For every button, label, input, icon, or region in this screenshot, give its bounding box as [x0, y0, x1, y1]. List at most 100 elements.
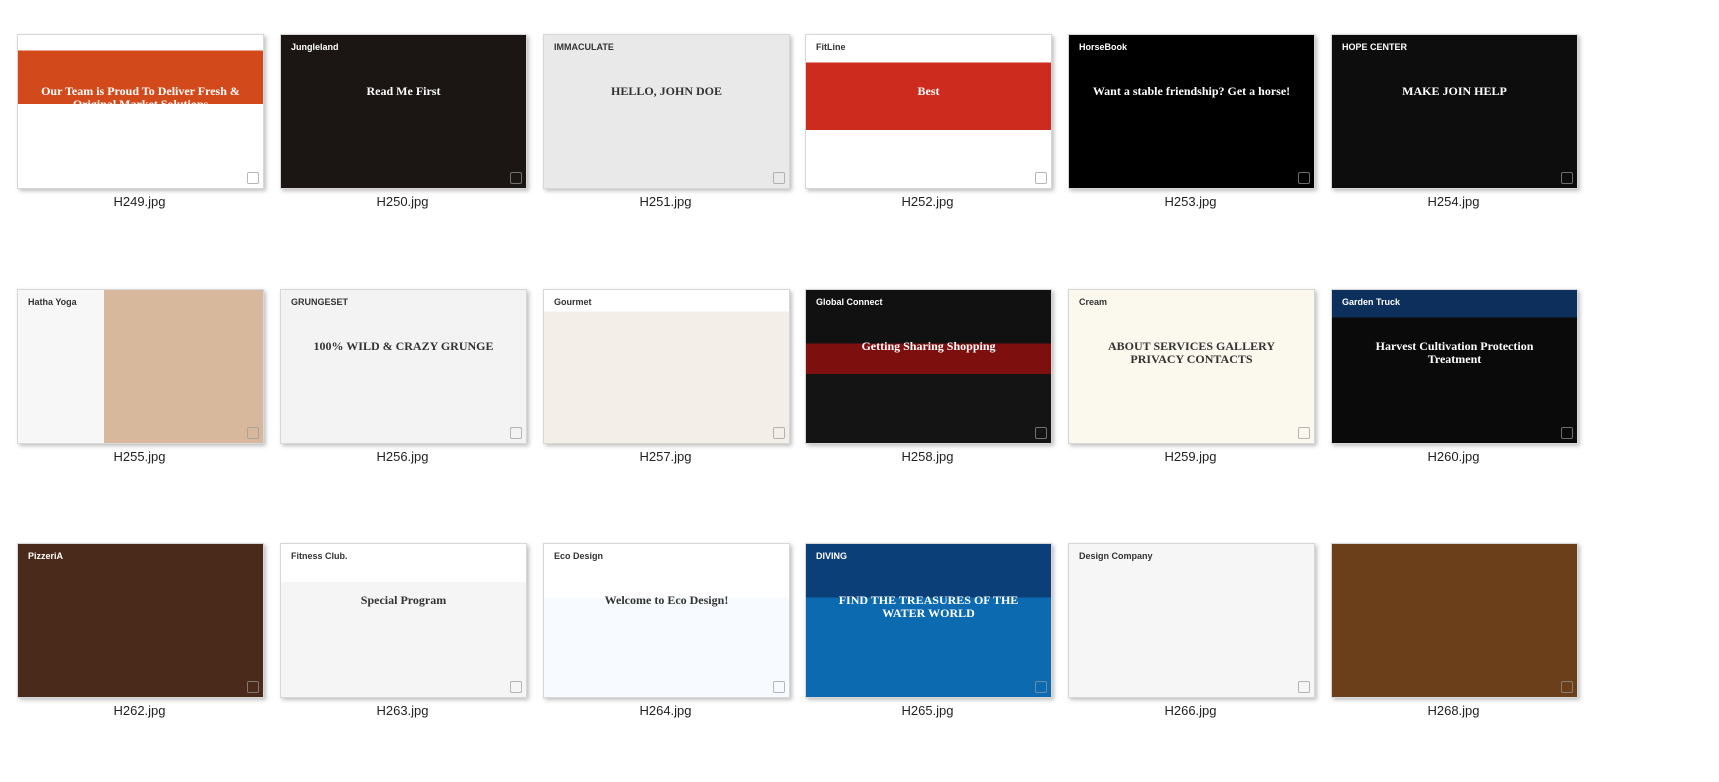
thumbnail-item[interactable]: FitLine Best H252.jpg	[805, 34, 1052, 214]
image-icon	[1298, 427, 1310, 439]
thumbnail-item[interactable]: Design Company H266.jpg	[1068, 543, 1315, 723]
thumbnail-brand: Fitness Club.	[291, 551, 348, 561]
thumbnail-item[interactable]: Global Connect Getting Sharing Shopping H2…	[805, 289, 1052, 469]
thumbnail-item[interactable]: HOPE CENTER MAKE JOIN HELP H254.jpg	[1331, 34, 1578, 214]
thumbnail-headline: Want a stable friendship? Get a horse!	[1092, 84, 1291, 98]
image-icon	[247, 427, 259, 439]
thumbnail-filename: H259.jpg	[1164, 449, 1217, 464]
thumbnail-headline: 100% WILD & CRAZY GRUNGE	[313, 339, 494, 353]
thumbnail-grid: GlobalBiz Our Team is Proud To Deliver Fr…	[0, 0, 1719, 782]
thumbnail-headline: Welcome to Eco Design!	[604, 593, 729, 607]
thumbnail-item[interactable]: GRUNGESET 100% WILD & CRAZY GRUNGE H256.jp…	[280, 289, 527, 469]
image-thumbnail[interactable]: Global Connect Getting Sharing Shopping	[805, 289, 1052, 444]
thumbnail-filename: H258.jpg	[901, 449, 954, 464]
image-thumbnail[interactable]: IMMACULATE HELLO, JOHN DOE	[543, 34, 790, 189]
thumbnail-filename: H268.jpg	[1427, 703, 1480, 718]
thumbnail-item[interactable]: Hatha Yoga H255.jpg	[17, 289, 264, 469]
thumbnail-item[interactable]: Garden Truck Harvest Cultivation Protecti…	[1331, 289, 1578, 469]
thumbnail-headline: MAKE JOIN HELP	[1402, 84, 1507, 98]
thumbnail-headline: FIND THE TREASURES OF THE WATER WORLD	[838, 593, 1019, 621]
thumbnail-item[interactable]: PizzeriA H262.jpg	[17, 543, 264, 723]
thumbnail-filename: H263.jpg	[376, 703, 429, 718]
image-icon	[1561, 427, 1573, 439]
thumbnail-item[interactable]: Gourmet H257.jpg	[543, 289, 790, 469]
thumbnail-brand: Jungleland	[291, 42, 339, 52]
thumbnail-headline: Harvest Cultivation Protection Treatment	[1375, 339, 1534, 367]
thumbnail-headline: Best	[917, 84, 940, 98]
image-thumbnail[interactable]: FitLine Best	[805, 34, 1052, 189]
image-icon	[247, 681, 259, 693]
thumbnail-brand: Hatha Yoga	[28, 297, 77, 307]
thumbnail-brand: DIVING	[816, 551, 848, 561]
thumbnail-filename: H250.jpg	[376, 194, 429, 209]
thumbnail-filename: H255.jpg	[113, 449, 166, 464]
image-icon	[1035, 172, 1047, 184]
image-icon	[1298, 681, 1310, 693]
thumbnail-brand: GlobalBiz	[28, 42, 70, 52]
thumbnail-brand: Gourmet	[554, 297, 592, 307]
image-thumbnail[interactable]: Garden Truck Harvest Cultivation Protecti…	[1331, 289, 1578, 444]
thumbnail-item[interactable]: H268.jpg	[1331, 543, 1578, 723]
image-thumbnail[interactable]: Jungleland Read Me First	[280, 34, 527, 189]
image-icon	[1561, 172, 1573, 184]
image-thumbnail[interactable]: GRUNGESET 100% WILD & CRAZY GRUNGE	[280, 289, 527, 444]
image-icon	[773, 427, 785, 439]
thumbnail-brand: Design Company	[1079, 551, 1153, 561]
image-thumbnail[interactable]: PizzeriA	[17, 543, 264, 698]
thumbnail-item[interactable]: HorseBook Want a stable friendship? Get a…	[1068, 34, 1315, 214]
thumbnail-brand: GRUNGESET	[291, 297, 349, 307]
thumbnail-brand: Garden Truck	[1342, 297, 1401, 307]
thumbnail-item[interactable]: GlobalBiz Our Team is Proud To Deliver Fr…	[17, 34, 264, 214]
image-thumbnail[interactable]: HOPE CENTER MAKE JOIN HELP	[1331, 34, 1578, 189]
thumbnail-item[interactable]: Jungleland Read Me First H250.jpg	[280, 34, 527, 214]
image-thumbnail[interactable]: Cream ABOUT SERVICES GALLERY PRIVACY CONT…	[1068, 289, 1315, 444]
thumbnail-filename: H260.jpg	[1427, 449, 1480, 464]
thumbnail-brand: PizzeriA	[28, 551, 64, 561]
image-icon	[1035, 681, 1047, 693]
image-icon	[773, 172, 785, 184]
thumbnail-item[interactable]: DIVING FIND THE TREASURES OF THE WATER WO…	[805, 543, 1052, 723]
thumbnail-item[interactable]: Fitness Club. Special Program H263.jpg	[280, 543, 527, 723]
image-icon	[247, 172, 259, 184]
image-thumbnail[interactable]: Eco Design Welcome to Eco Design!	[543, 543, 790, 698]
thumbnail-filename: H264.jpg	[639, 703, 692, 718]
thumbnail-filename: H262.jpg	[113, 703, 166, 718]
image-thumbnail[interactable]: DIVING FIND THE TREASURES OF THE WATER WO…	[805, 543, 1052, 698]
thumbnail-brand: IMMACULATE	[554, 42, 614, 52]
thumbnail-brand: Cream	[1079, 297, 1108, 307]
thumbnail-brand: HOPE CENTER	[1342, 42, 1408, 52]
image-icon	[773, 681, 785, 693]
thumbnail-filename: H257.jpg	[639, 449, 692, 464]
thumbnail-headline: Special Program	[360, 593, 447, 607]
image-thumbnail[interactable]: Gourmet	[543, 289, 790, 444]
image-thumbnail[interactable]: Hatha Yoga	[17, 289, 264, 444]
image-thumbnail[interactable]	[1331, 543, 1578, 698]
image-icon	[1035, 427, 1047, 439]
thumbnail-item[interactable]: Cream ABOUT SERVICES GALLERY PRIVACY CONT…	[1068, 289, 1315, 469]
thumbnail-filename: H265.jpg	[901, 703, 954, 718]
thumbnail-headline: ABOUT SERVICES GALLERY PRIVACY CONTACTS	[1108, 339, 1275, 367]
thumbnail-item[interactable]: Eco Design Welcome to Eco Design! H264.jpg	[543, 543, 790, 723]
thumbnail-headline: Read Me First	[366, 84, 441, 98]
image-thumbnail[interactable]: Design Company	[1068, 543, 1315, 698]
thumbnail-headline: Our Team is Proud To Deliver Fresh & Ori…	[41, 84, 240, 112]
image-icon	[510, 172, 522, 184]
thumbnail-filename: H253.jpg	[1164, 194, 1217, 209]
image-thumbnail[interactable]: GlobalBiz Our Team is Proud To Deliver Fr…	[17, 34, 264, 189]
thumbnail-filename: H251.jpg	[639, 194, 692, 209]
thumbnail-brand: HorseBook	[1079, 42, 1128, 52]
thumbnail-filename: H256.jpg	[376, 449, 429, 464]
thumbnail-headline: HELLO, JOHN DOE	[610, 84, 723, 98]
image-thumbnail[interactable]: HorseBook Want a stable friendship? Get a…	[1068, 34, 1315, 189]
thumbnail-item[interactable]: IMMACULATE HELLO, JOHN DOE H251.jpg	[543, 34, 790, 214]
thumbnail-filename: H252.jpg	[901, 194, 954, 209]
image-icon	[510, 681, 522, 693]
image-icon	[510, 427, 522, 439]
thumbnail-filename: H266.jpg	[1164, 703, 1217, 718]
thumbnail-filename: H254.jpg	[1427, 194, 1480, 209]
thumbnail-brand: FitLine	[816, 42, 846, 52]
image-thumbnail[interactable]: Fitness Club. Special Program	[280, 543, 527, 698]
thumbnail-headline: Getting Sharing Shopping	[861, 339, 996, 353]
image-icon	[1561, 681, 1573, 693]
image-icon	[1298, 172, 1310, 184]
